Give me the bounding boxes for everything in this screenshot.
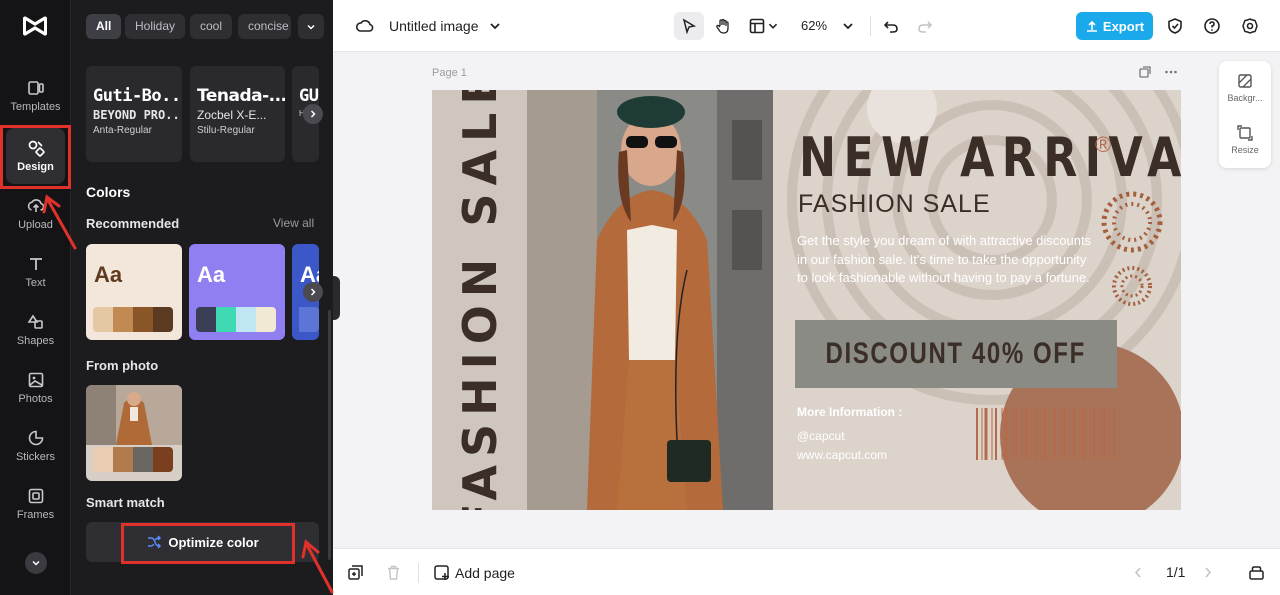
annotation-arrows	[42, 194, 334, 594]
